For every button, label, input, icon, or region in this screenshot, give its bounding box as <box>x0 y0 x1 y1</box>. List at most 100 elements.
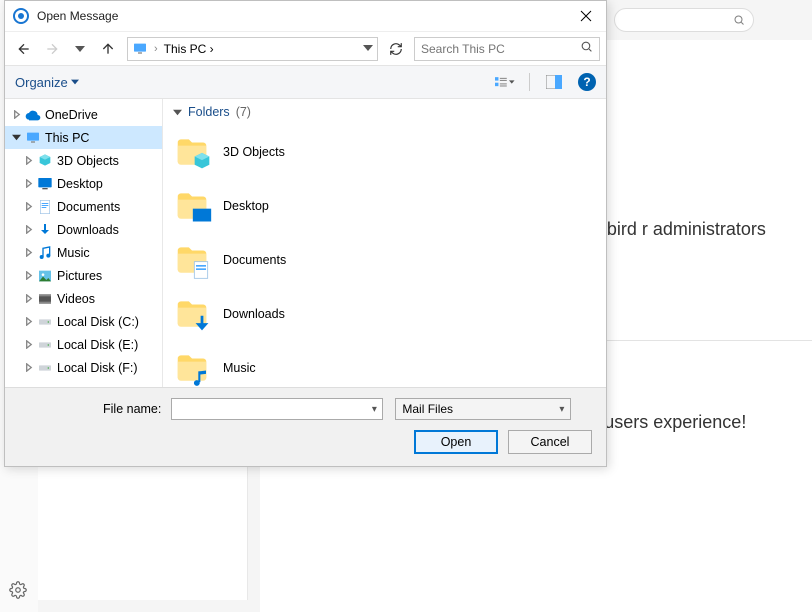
folder-label: Music <box>223 361 256 375</box>
toolbar-separator <box>529 73 530 91</box>
folder-item-documents[interactable]: Documents <box>173 233 596 287</box>
content-header[interactable]: Folders (7) <box>173 105 596 119</box>
tree-item-this-pc[interactable]: This PC <box>5 126 162 149</box>
open-file-dialog: Open Message › This PC › Organize <box>4 0 607 467</box>
dialog-footer: File name: ▾ Mail Files ▾ Open Cancel <box>5 387 606 466</box>
dialog-toolbar: Organize ? <box>5 65 606 99</box>
settings-gear-icon[interactable] <box>9 581 27 604</box>
breadcrumb-separator: › <box>154 43 158 55</box>
tree-item-label: OneDrive <box>45 108 98 122</box>
folder-label: Desktop <box>223 199 269 213</box>
disk-icon <box>37 360 53 376</box>
chevron-icon[interactable] <box>23 340 33 349</box>
disk-icon <box>37 337 53 353</box>
pc-icon <box>132 41 148 57</box>
organize-button[interactable]: Organize <box>15 75 79 90</box>
search-icon <box>580 40 593 58</box>
folder-item-downloads[interactable]: Downloads <box>173 287 596 341</box>
chevron-icon[interactable] <box>11 110 21 119</box>
forward-button[interactable] <box>39 36 65 62</box>
tree-item-local-disk-c-[interactable]: Local Disk (C:) <box>5 310 162 333</box>
content-panel: Folders (7) 3D Objects Desktop Documents Do… <box>163 99 606 387</box>
folder-label: Documents <box>223 253 286 267</box>
dialog-title: Open Message <box>37 9 118 23</box>
music-icon <box>37 245 53 261</box>
desktop-icon <box>37 176 53 192</box>
preview-pane-button[interactable] <box>544 72 564 92</box>
tree-item-label: Local Disk (C:) <box>57 315 139 329</box>
tree-item-label: Local Disk (E:) <box>57 338 138 352</box>
tree-item-local-disk-f-[interactable]: Local Disk (F:) <box>5 356 162 379</box>
view-mode-button[interactable] <box>495 72 515 92</box>
folder-item-3d-objects[interactable]: 3D Objects <box>173 125 596 179</box>
cancel-button[interactable]: Cancel <box>508 430 592 454</box>
tree-item-label: Music <box>57 246 90 260</box>
nav-tree: OneDrive This PC 3D Objects Desktop Document… <box>5 99 163 387</box>
recent-dropdown-icon[interactable] <box>67 36 93 62</box>
chevron-icon[interactable] <box>23 179 33 188</box>
open-button[interactable]: Open <box>414 430 498 454</box>
up-button[interactable] <box>95 36 121 62</box>
tree-item-local-disk-e-[interactable]: Local Disk (E:) <box>5 333 162 356</box>
app-search[interactable] <box>614 8 754 32</box>
filename-label: File name: <box>103 402 161 416</box>
folder-label: 3D Objects <box>223 145 285 159</box>
folder-icon <box>173 241 211 279</box>
tree-item-label: Desktop <box>57 177 103 191</box>
chevron-icon[interactable] <box>23 202 33 211</box>
filename-input-wrap: ▾ <box>171 398 383 420</box>
path-dropdown-icon[interactable] <box>363 40 373 58</box>
tree-item-videos[interactable]: Videos <box>5 287 162 310</box>
tree-item-label: This PC <box>45 131 89 145</box>
cloud-icon <box>25 107 41 123</box>
help-icon[interactable]: ? <box>578 73 596 91</box>
path-text: This PC › <box>164 42 357 56</box>
3d-icon <box>37 153 53 169</box>
dialog-navbar: › This PC › <box>5 31 606 65</box>
chevron-icon[interactable] <box>23 294 33 303</box>
dialog-search[interactable] <box>414 37 600 61</box>
folder-item-music[interactable]: Music <box>173 341 596 387</box>
refresh-button[interactable] <box>384 37 408 61</box>
tree-item-label: 3D Objects <box>57 154 119 168</box>
disk-icon <box>37 314 53 330</box>
chevron-icon[interactable] <box>23 248 33 257</box>
tree-item-3d-objects[interactable]: 3D Objects <box>5 149 162 172</box>
tree-item-desktop[interactable]: Desktop <box>5 172 162 195</box>
chevron-icon[interactable] <box>23 317 33 326</box>
chevron-icon[interactable] <box>23 363 33 372</box>
tree-item-label: Pictures <box>57 269 102 283</box>
filename-input[interactable] <box>172 402 366 416</box>
folder-label: Downloads <box>223 307 285 321</box>
pictures-icon <box>37 268 53 284</box>
download-icon <box>37 222 53 238</box>
tree-item-downloads[interactable]: Downloads <box>5 218 162 241</box>
back-button[interactable] <box>11 36 37 62</box>
folder-item-desktop[interactable]: Desktop <box>173 179 596 233</box>
filetype-select[interactable]: Mail Files ▾ <box>395 398 571 420</box>
doc-icon <box>37 199 53 215</box>
folder-icon <box>173 133 211 171</box>
tree-item-documents[interactable]: Documents <box>5 195 162 218</box>
folder-icon <box>173 295 211 333</box>
videos-icon <box>37 291 53 307</box>
chevron-icon[interactable] <box>11 133 21 142</box>
chevron-icon[interactable] <box>23 271 33 280</box>
tree-item-label: Local Disk (F:) <box>57 361 138 375</box>
dialog-search-input[interactable] <box>421 42 580 56</box>
tree-item-label: Videos <box>57 292 95 306</box>
close-button[interactable] <box>566 1 606 31</box>
chevron-icon[interactable] <box>23 225 33 234</box>
filename-history-dropdown-icon[interactable]: ▾ <box>366 404 382 415</box>
tree-item-onedrive[interactable]: OneDrive <box>5 103 162 126</box>
dialog-app-icon <box>13 8 29 24</box>
tree-item-label: Downloads <box>57 223 119 237</box>
tree-item-label: Documents <box>57 200 120 214</box>
address-bar[interactable]: › This PC › <box>127 37 378 61</box>
pc-icon <box>25 130 41 146</box>
tree-item-music[interactable]: Music <box>5 241 162 264</box>
tree-item-pictures[interactable]: Pictures <box>5 264 162 287</box>
chevron-icon[interactable] <box>23 156 33 165</box>
dialog-titlebar: Open Message <box>5 1 606 31</box>
folder-icon <box>173 187 211 225</box>
